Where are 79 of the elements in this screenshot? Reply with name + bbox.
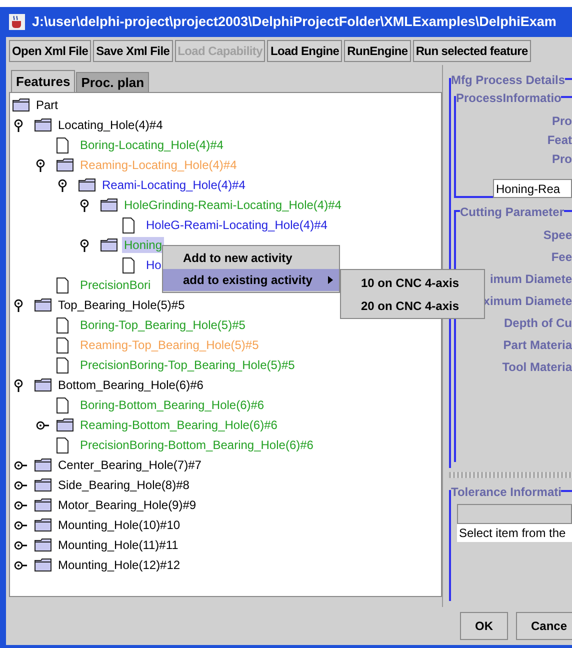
tree-item[interactable]: Side_Bearing_Hole(8)#8 <box>56 477 192 493</box>
submenu-arrow-icon <box>328 276 333 284</box>
folder-icon <box>56 418 74 432</box>
field-label: Feat <box>547 132 572 148</box>
collapsed-handle-icon[interactable] <box>36 420 49 430</box>
document-icon <box>56 136 69 154</box>
toolbar-button[interactable]: Load Engine <box>267 40 342 62</box>
folder-icon <box>100 198 118 212</box>
menu-item[interactable]: add to existing activity <box>163 269 339 291</box>
toolbar-button[interactable]: RunEngine <box>344 40 411 62</box>
folder-icon <box>34 298 52 312</box>
field-label: Pro <box>552 113 572 129</box>
field-label: ximum Diamete <box>483 293 572 309</box>
folder-icon <box>34 378 52 392</box>
expanded-handle-icon[interactable] <box>14 298 23 312</box>
collapsed-handle-icon[interactable] <box>14 480 27 490</box>
tab[interactable]: Proc. plan <box>76 72 150 92</box>
collapsed-handle-icon[interactable] <box>14 500 27 510</box>
table-cell: Select item from the <box>457 524 572 542</box>
collapsed-handle-icon[interactable] <box>14 540 27 550</box>
toolbar-button[interactable]: Run selected feature <box>412 40 531 62</box>
folder-icon <box>34 558 52 572</box>
expanded-handle-icon[interactable] <box>14 118 23 132</box>
field-label: imum Diamete <box>490 271 572 287</box>
collapsed-handle-icon[interactable] <box>14 560 27 570</box>
tree-item[interactable]: Reami-Locating_Hole(4)#4 <box>100 177 248 193</box>
menu-item[interactable]: 10 on CNC 4-axis <box>341 271 484 294</box>
menu-item[interactable]: 20 on CNC 4-axis <box>341 294 484 317</box>
tree-item[interactable]: Mounting_Hole(11)#11 <box>56 537 180 553</box>
tree-item[interactable]: Ho <box>144 257 164 273</box>
folder-icon <box>34 538 52 552</box>
dialog-button[interactable]: OK <box>460 612 508 640</box>
tree-item[interactable]: HoleG-Reami-Locating_Hole(4)#4 <box>144 217 330 233</box>
tree-item[interactable]: Motor_Bearing_Hole(9)#9 <box>56 497 198 513</box>
tree-item[interactable]: Mounting_Hole(12)#12 <box>56 557 182 573</box>
document-icon <box>122 256 135 274</box>
expanded-handle-icon[interactable] <box>58 178 67 192</box>
tree-item[interactable]: Top_Bearing_Hole(5)#5 <box>56 297 187 313</box>
field-label: Pro <box>552 151 572 167</box>
document-icon <box>122 216 135 234</box>
tree-item[interactable]: Part <box>34 97 60 113</box>
tree-item[interactable]: Locating_Hole(4)#4 <box>56 117 165 133</box>
folder-icon <box>56 158 74 172</box>
tab[interactable]: Features <box>11 70 76 92</box>
folder-icon <box>34 458 52 472</box>
coffee-cup-icon <box>8 13 26 31</box>
document-icon <box>56 356 69 374</box>
folder-icon <box>78 178 96 192</box>
toolbar-button[interactable]: Open Xml File <box>9 40 92 62</box>
expanded-handle-icon[interactable] <box>80 238 89 252</box>
field-label: Depth of Cu <box>504 315 572 331</box>
collapsed-handle-icon[interactable] <box>14 460 27 470</box>
expanded-handle-icon[interactable] <box>36 158 45 172</box>
folder-icon <box>34 478 52 492</box>
window-title: J:\user\delphi-project\project2003\DelphiProjectFolder\XMLExamples\DelphiExam <box>32 12 556 31</box>
folder-icon <box>12 98 30 112</box>
menu-item[interactable]: Add to new activity <box>163 247 339 269</box>
field-label: Fee <box>551 249 572 265</box>
tree-item[interactable]: Center_Bearing_Hole(7)#7 <box>56 457 204 473</box>
field-label: Spee <box>543 227 572 243</box>
document-icon <box>56 316 69 334</box>
folder-icon <box>34 498 52 512</box>
folder-icon <box>100 238 118 252</box>
tree-item[interactable]: Mounting_Hole(10)#10 <box>56 517 182 533</box>
expanded-handle-icon[interactable] <box>14 378 23 392</box>
dialog-button[interactable]: Cance <box>516 612 572 640</box>
expanded-handle-icon[interactable] <box>80 198 89 212</box>
field-label: Part Materia <box>503 337 572 353</box>
folder-icon <box>34 118 52 132</box>
folder-icon <box>34 518 52 532</box>
field-label: Tool Materia <box>502 359 572 375</box>
toolbar-button[interactable]: Save Xml File <box>93 40 173 62</box>
document-icon <box>56 276 69 294</box>
tree-item[interactable]: Bottom_Bearing_Hole(6)#6 <box>56 377 206 393</box>
document-icon <box>56 396 69 414</box>
process-field[interactable]: Honing-Rea <box>493 179 572 198</box>
document-icon <box>56 436 69 454</box>
document-icon <box>56 336 69 354</box>
collapsed-handle-icon[interactable] <box>14 520 27 530</box>
